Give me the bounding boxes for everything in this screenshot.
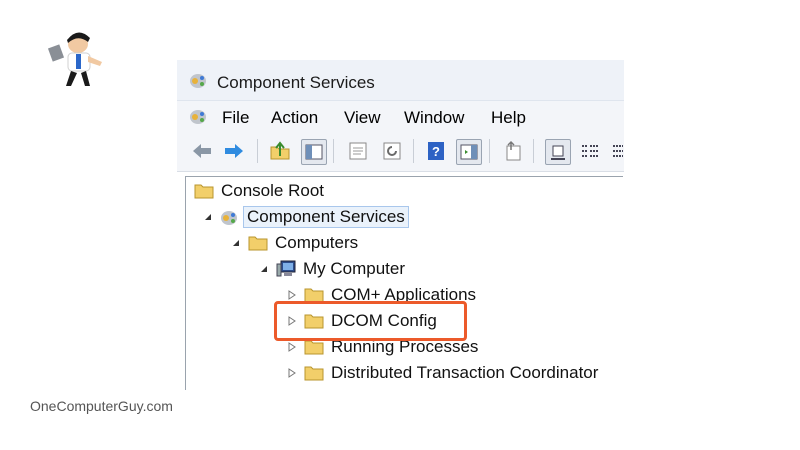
refresh-icon[interactable] — [381, 140, 403, 162]
toolbar-separator — [413, 139, 414, 163]
action-pane-icon[interactable] — [456, 139, 482, 165]
tree-item-console-root[interactable]: Console Root — [194, 179, 324, 203]
site-logo-icon — [47, 32, 102, 86]
svg-text:?: ? — [432, 144, 440, 159]
folder-icon — [248, 236, 268, 251]
show-hide-tree-icon[interactable] — [301, 139, 327, 165]
folder-icon — [304, 366, 324, 381]
properties-icon[interactable] — [347, 140, 369, 162]
collapse-arrow-icon[interactable] — [258, 263, 270, 275]
forward-icon[interactable] — [223, 140, 245, 162]
component-services-icon — [190, 74, 206, 88]
tree-label: Component Services — [243, 206, 409, 228]
tree-item-my-computer[interactable]: My Computer — [258, 257, 405, 281]
expand-arrow-icon[interactable] — [286, 341, 298, 353]
up-folder-icon[interactable] — [269, 140, 291, 162]
tree-item-computers[interactable]: Computers — [230, 231, 358, 255]
menu-action[interactable]: Action — [271, 108, 318, 128]
tree-item-distributed-transaction-coordinator[interactable]: Distributed Transaction Coordinator — [286, 361, 598, 385]
toolbar: ? — [177, 131, 624, 172]
toolbar-separator — [489, 139, 490, 163]
menu-bar: File Action View Window Help — [177, 101, 624, 131]
list-view-icon[interactable] — [579, 140, 601, 162]
system-menu-icon[interactable] — [189, 107, 209, 125]
details-view-icon[interactable] — [611, 140, 624, 162]
collapse-arrow-icon[interactable] — [202, 211, 214, 223]
toolbar-separator — [533, 139, 534, 163]
menu-file[interactable]: File — [222, 108, 249, 128]
tree-item-component-services[interactable]: Component Services — [202, 205, 409, 229]
dcom-config-highlight-box — [274, 301, 467, 341]
computer-icon — [276, 260, 296, 277]
tree-label: Distributed Transaction Coordinator — [331, 363, 599, 382]
menu-window[interactable]: Window — [404, 108, 464, 128]
collapse-arrow-icon[interactable] — [230, 237, 242, 249]
menu-view[interactable]: View — [344, 108, 381, 128]
title-bar: Component Services — [177, 60, 624, 101]
window-title: Component Services — [217, 73, 375, 92]
tree-label: My Computer — [303, 259, 406, 278]
console-tree: Console Root Component Services Computer… — [185, 176, 623, 390]
component-services-icon — [221, 211, 237, 225]
tree-label: Computers — [275, 233, 359, 252]
large-icons-view-icon[interactable] — [545, 139, 571, 165]
expand-arrow-icon[interactable] — [286, 367, 298, 379]
export-icon[interactable] — [502, 140, 524, 162]
toolbar-separator — [257, 139, 258, 163]
tree-label: Console Root — [221, 181, 325, 200]
back-icon[interactable] — [191, 140, 213, 162]
toolbar-separator — [333, 139, 334, 163]
menu-help[interactable]: Help — [491, 108, 526, 128]
help-icon[interactable]: ? — [425, 140, 447, 162]
watermark: OneComputerGuy.com — [30, 398, 173, 414]
folder-icon — [194, 184, 214, 199]
expand-arrow-icon[interactable] — [286, 289, 298, 301]
